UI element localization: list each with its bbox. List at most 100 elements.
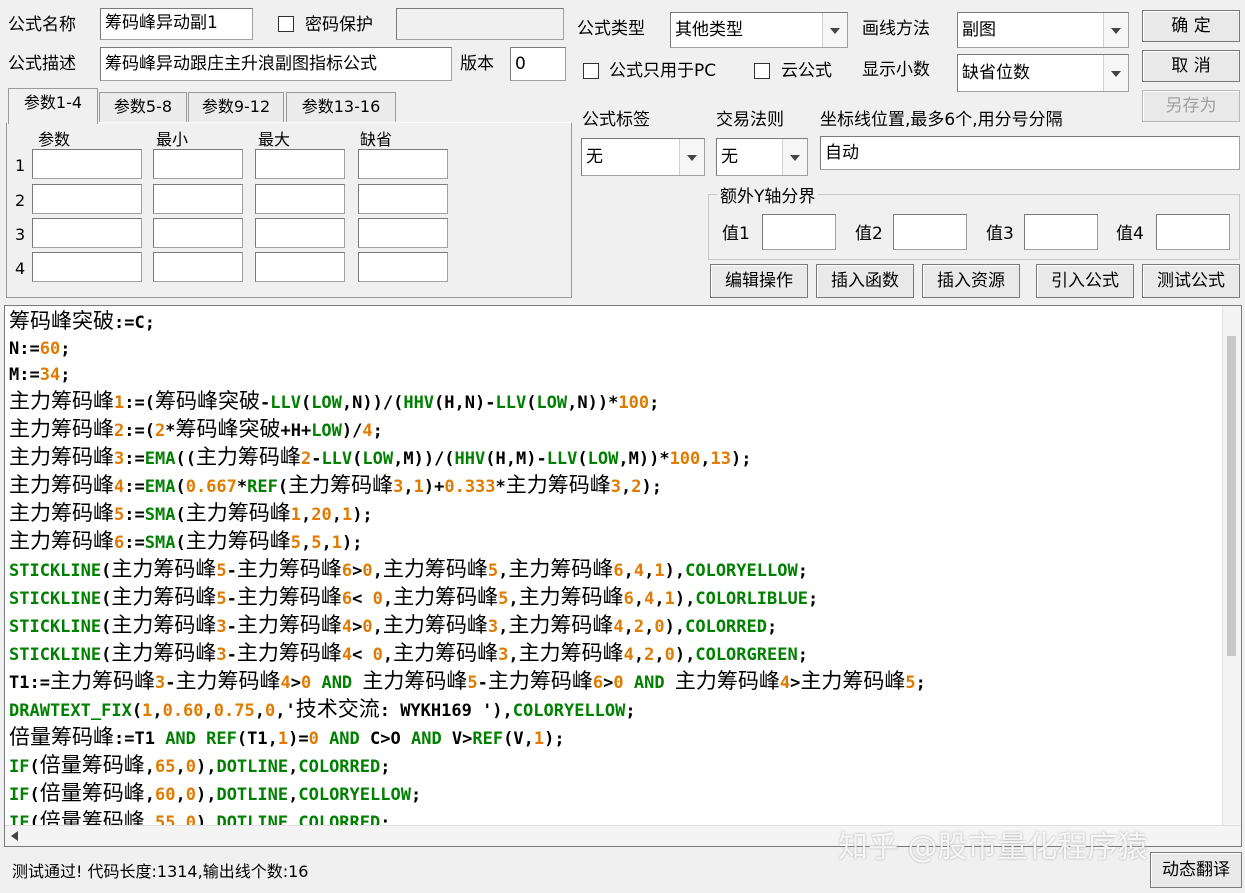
formula-desc-input[interactable]: 筹码峰异动跟庄主升浪副图指标公式 (100, 47, 452, 81)
code-line: M:=34; (9, 365, 71, 385)
trade-rule-label: 交易法则 (716, 110, 784, 130)
param-3-max-input[interactable] (255, 218, 345, 248)
code-line: STICKLINE(主力筹码峰3-主力筹码峰4< 0,主力筹码峰3,主力筹码峰4… (9, 641, 808, 665)
y-value-4-input[interactable] (1156, 214, 1230, 250)
draw-method-label: 画线方法 (862, 19, 930, 39)
code-line: 主力筹码峰5:=SMA(主力筹码峰1,20,1); (9, 501, 373, 525)
scrollbar-thumb[interactable] (1227, 336, 1236, 656)
param-2-max-input[interactable] (255, 184, 345, 214)
y-value-3-input[interactable] (1024, 214, 1098, 250)
axis-position-input[interactable]: 自动 (820, 136, 1240, 170)
insert-function-button[interactable]: 插入函数 (816, 264, 914, 298)
tab-params-1-4[interactable]: 参数1-4 (8, 88, 98, 124)
axis-position-label: 坐标线位置,最多6个,用分号分隔 (820, 110, 1063, 130)
y-value-4-label: 值4 (1116, 224, 1144, 244)
param-row-number: 3 (15, 225, 26, 244)
tab-params-5-8[interactable]: 参数5-8 (99, 92, 187, 122)
chevron-down-icon (822, 13, 847, 47)
save-as-button[interactable]: 另存为 (1142, 90, 1240, 122)
code-line: DRAWTEXT_FIX(1,0.60,0.75,0,'技术交流: WYKH16… (9, 697, 636, 721)
decimal-select[interactable]: 缺省位数 (957, 54, 1129, 92)
code-line: STICKLINE(主力筹码峰3-主力筹码峰4>0,主力筹码峰3,主力筹码峰4,… (9, 613, 778, 637)
param-3-name-input[interactable] (32, 218, 142, 248)
formula-type-value: 其他类型 (675, 20, 743, 40)
decimal-label: 显示小数 (862, 60, 930, 80)
version-input[interactable]: 0 (510, 47, 566, 81)
formula-name-input[interactable]: 筹码峰异动副1 (100, 8, 253, 40)
import-formula-button[interactable]: 引入公式 (1036, 264, 1134, 298)
cancel-button[interactable]: 取 消 (1142, 50, 1240, 82)
insert-resource-button[interactable]: 插入资源 (922, 264, 1020, 298)
chevron-down-icon (1103, 55, 1128, 91)
param-4-name-input[interactable] (32, 252, 142, 282)
cloud-formula-label: 云公式 (781, 61, 832, 81)
y-value-2-label: 值2 (855, 224, 883, 244)
formula-tag-select[interactable]: 无 (581, 138, 705, 176)
tab-params-13-16[interactable]: 参数13-16 (286, 92, 396, 122)
param-1-name-input[interactable] (32, 149, 142, 179)
param-3-min-input[interactable] (153, 218, 243, 248)
param-1-max-input[interactable] (255, 149, 345, 179)
cloud-formula-checkbox[interactable] (754, 63, 770, 79)
chevron-down-icon (679, 139, 704, 175)
edit-ops-button[interactable]: 编辑操作 (710, 264, 808, 298)
code-line: IF(倍量筹码峰,60,0),DOTLINE,COLORYELLOW; (9, 781, 422, 805)
extra-y-axis-legend: 额外Y轴分界 (720, 187, 816, 207)
pc-only-label: 公式只用于PC (609, 61, 717, 81)
code-line: 倍量筹码峰:=T1 AND REF(T1,1)=0 AND C>O AND V>… (9, 725, 565, 749)
param-row-number: 1 (15, 156, 26, 175)
y-value-2-input[interactable] (893, 214, 967, 250)
code-line: N:=60; (9, 339, 71, 359)
formula-name-label: 公式名称 (8, 15, 76, 35)
password-protect-label: 密码保护 (305, 15, 373, 35)
param-2-min-input[interactable] (153, 184, 243, 214)
chevron-down-icon (782, 139, 807, 175)
formula-type-select[interactable]: 其他类型 (670, 12, 848, 48)
param-4-min-input[interactable] (153, 252, 243, 282)
param-1-min-input[interactable] (153, 149, 243, 179)
param-header-default: 缺省 (360, 130, 393, 149)
trade-rule-select[interactable]: 无 (716, 138, 808, 176)
vertical-scrollbar[interactable] (1222, 306, 1241, 826)
test-formula-button[interactable]: 测试公式 (1142, 264, 1240, 298)
code-line: 筹码峰突破:=C; (9, 309, 155, 333)
draw-method-select[interactable]: 副图 (957, 12, 1129, 48)
code-line: T1:=主力筹码峰3-主力筹码峰4>0 AND 主力筹码峰5-主力筹码峰6>0 … (9, 669, 926, 693)
chevron-left-icon[interactable] (11, 831, 18, 841)
draw-method-value: 副图 (962, 20, 996, 40)
code-line: 主力筹码峰1:=(筹码峰突破-LLV(LOW,N))/(HHV(H,N)-LLV… (9, 389, 660, 413)
formula-desc-label: 公式描述 (8, 54, 76, 74)
watermark: 知乎 @股市量化程序猿 (838, 830, 1148, 865)
code-line: STICKLINE(主力筹码峰5-主力筹码峰6< 0,主力筹码峰5,主力筹码峰6… (9, 585, 819, 609)
code-line: STICKLINE(主力筹码峰5-主力筹码峰6>0,主力筹码峰5,主力筹码峰6,… (9, 557, 808, 581)
param-header-min: 最小 (156, 130, 189, 149)
param-row-number: 2 (15, 191, 26, 210)
decimal-value: 缺省位数 (962, 63, 1030, 83)
param-4-max-input[interactable] (255, 252, 345, 282)
password-protect-checkbox[interactable] (278, 16, 294, 32)
trade-rule-value: 无 (721, 147, 738, 167)
code-editor[interactable]: 筹码峰突破:=C; N:=60; M:=34; 主力筹码峰1:=(筹码峰突破-LLV(… (4, 305, 1242, 847)
code-line: 主力筹码峰4:=EMA(0.667*REF(主力筹码峰3,1)+0.333*主力… (9, 473, 663, 497)
formula-tag-value: 无 (586, 147, 603, 167)
y-value-1-input[interactable] (762, 214, 836, 250)
formula-tag-label: 公式标签 (582, 110, 650, 130)
dynamic-translate-button[interactable]: 动态翻译 (1150, 852, 1242, 888)
pc-only-checkbox[interactable] (583, 63, 599, 79)
y-value-3-label: 值3 (986, 224, 1014, 244)
password-input[interactable] (396, 8, 564, 40)
formula-type-label: 公式类型 (577, 19, 645, 39)
y-value-1-label: 值1 (722, 224, 750, 244)
tab-params-9-12[interactable]: 参数9-12 (188, 92, 284, 122)
code-text: 筹码峰突破:=C; N:=60; M:=34; 主力筹码峰1:=(筹码峰突破-LLV(… (9, 308, 926, 846)
version-label: 版本 (460, 54, 494, 74)
param-2-name-input[interactable] (32, 184, 142, 214)
status-text: 测试通过! 代码长度:1314,输出线个数:16 (12, 862, 309, 881)
param-4-default-input[interactable] (358, 252, 448, 282)
code-line: 主力筹码峰6:=SMA(主力筹码峰5,5,1); (9, 529, 363, 553)
param-2-default-input[interactable] (358, 184, 448, 214)
param-3-default-input[interactable] (358, 218, 448, 248)
param-1-default-input[interactable] (358, 149, 448, 179)
ok-button[interactable]: 确 定 (1142, 10, 1240, 42)
chevron-down-icon (1103, 13, 1128, 47)
